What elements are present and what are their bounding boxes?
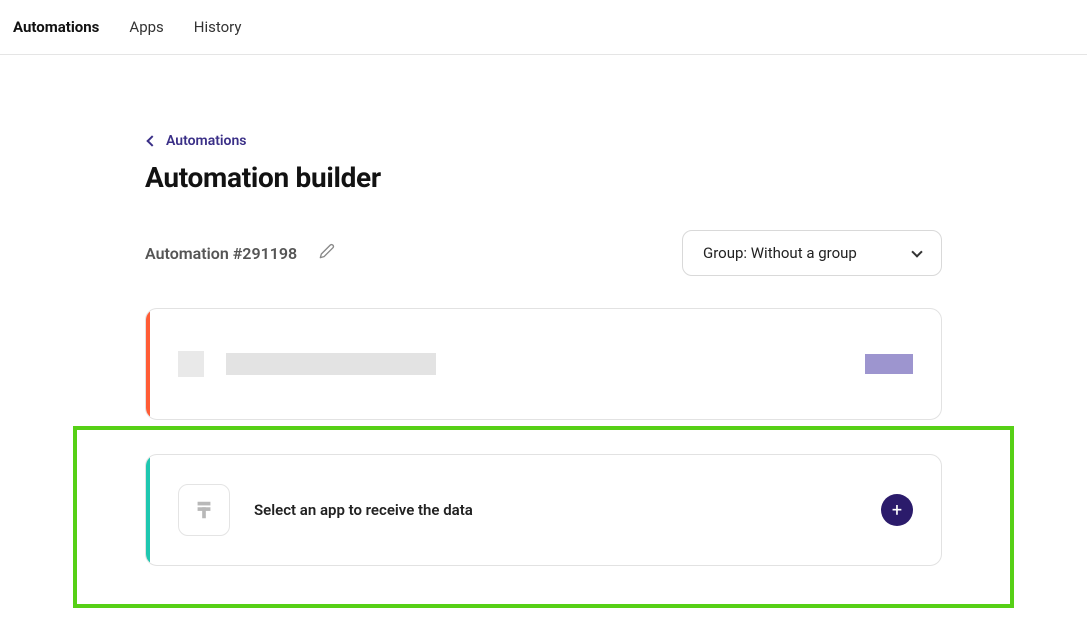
breadcrumb[interactable]: Automations xyxy=(145,133,942,149)
placeholder-badge xyxy=(865,354,913,374)
chevron-left-icon xyxy=(146,135,157,146)
trigger-placeholder-left xyxy=(178,351,436,377)
nav-history[interactable]: History xyxy=(194,18,242,36)
plus-icon: + xyxy=(892,500,902,521)
breadcrumb-label: Automations xyxy=(166,133,247,149)
nav-apps[interactable]: Apps xyxy=(129,18,163,36)
top-nav: Automations Apps History xyxy=(0,0,1087,55)
highlight-box: Select an app to receive the data + xyxy=(73,426,1014,608)
page-container: Automations Automation builder Automatio… xyxy=(0,55,1087,608)
nav-automations[interactable]: Automations xyxy=(13,18,99,36)
automation-name-row: Automation #291198 Group: Without a grou… xyxy=(145,230,942,276)
pencil-icon[interactable] xyxy=(319,243,335,263)
automation-name: Automation #291198 xyxy=(145,244,297,263)
app-placeholder-icon xyxy=(178,484,230,536)
page-title: Automation builder xyxy=(145,161,942,194)
receive-step-label: Select an app to receive the data xyxy=(254,501,473,519)
trigger-step-card[interactable] xyxy=(145,308,942,420)
group-select-label: Group: Without a group xyxy=(703,244,857,262)
trigger-card-body xyxy=(150,351,941,377)
receive-left: Select an app to receive the data xyxy=(178,484,473,536)
add-step-button[interactable]: + xyxy=(881,494,913,526)
placeholder-square xyxy=(178,351,204,377)
group-select[interactable]: Group: Without a group xyxy=(682,230,942,276)
name-left: Automation #291198 xyxy=(145,243,335,263)
chevron-down-icon xyxy=(911,246,922,257)
receive-card-body: Select an app to receive the data + xyxy=(150,484,941,536)
receive-step-card[interactable]: Select an app to receive the data + xyxy=(145,454,942,566)
placeholder-bar xyxy=(226,353,436,375)
